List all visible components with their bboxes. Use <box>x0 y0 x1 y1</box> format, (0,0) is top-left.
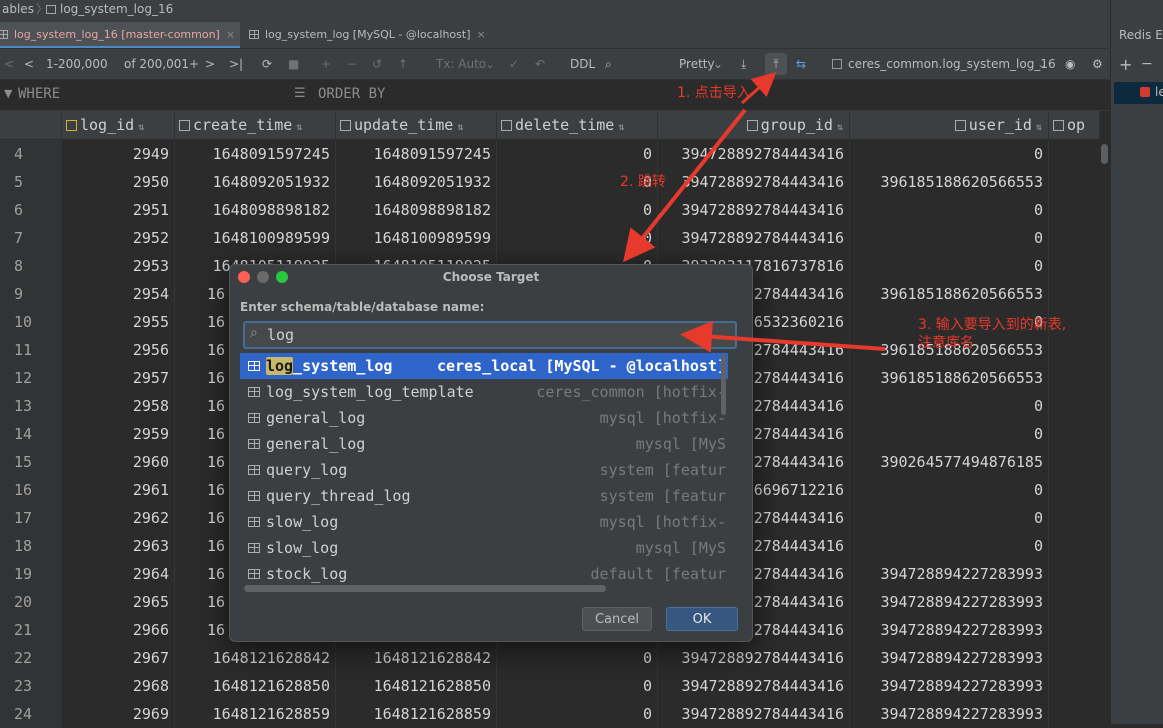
annotation-step2: 2. 跳转 <box>620 174 666 190</box>
annotation-step3-line1: 3. 输入要导入到的新表, <box>918 317 1067 333</box>
annotation-arrows <box>622 71 886 353</box>
annotation-step1: 1. 点击导入 <box>677 85 751 101</box>
annotation-step3-line2: 注意库名 <box>918 335 974 351</box>
arrow-to-search <box>680 320 886 353</box>
